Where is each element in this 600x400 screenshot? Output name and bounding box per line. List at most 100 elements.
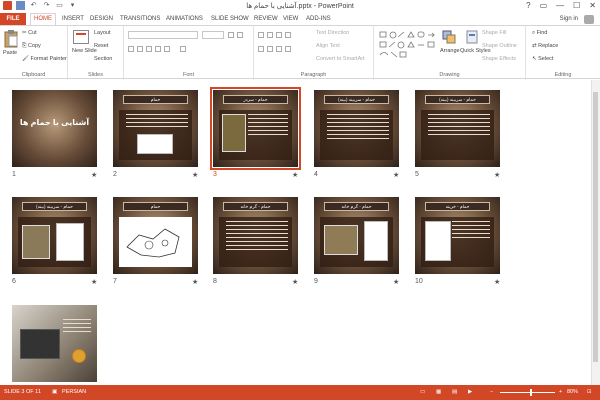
align-text-button[interactable]: Align Text [316, 43, 340, 49]
paste-icon[interactable] [4, 30, 18, 48]
transition-star-icon[interactable]: ★ [91, 278, 97, 286]
arrange-icon[interactable] [442, 30, 456, 44]
transition-star-icon[interactable]: ★ [192, 278, 198, 286]
increase-indent-icon[interactable] [285, 32, 291, 38]
tab-review[interactable]: REVIEW [254, 13, 278, 25]
slide-thumbnail-6[interactable]: حمام - سربینه (بینه) [12, 197, 97, 274]
transition-star-icon[interactable]: ★ [91, 171, 97, 179]
shrink-font-icon[interactable] [237, 32, 243, 38]
convert-smartart-button[interactable]: Convert to SmartArt [316, 56, 365, 62]
underline-icon[interactable] [146, 46, 152, 52]
proofing-icon[interactable]: ▣ [52, 389, 57, 395]
section-button[interactable]: Section [94, 56, 112, 62]
transition-star-icon[interactable]: ★ [292, 278, 298, 286]
font-family-select[interactable] [128, 31, 198, 39]
cut-button[interactable]: ✂ Cut [22, 30, 37, 36]
numbering-icon[interactable] [267, 32, 273, 38]
slide-thumbnail-10[interactable]: حمام - خزینه [415, 197, 500, 274]
justify-icon[interactable] [285, 46, 291, 52]
help-icon[interactable]: ? [526, 1, 530, 10]
fit-to-window-icon[interactable]: ⊡ [587, 389, 592, 395]
transition-star-icon[interactable]: ★ [192, 171, 198, 179]
close-icon[interactable]: ✕ [589, 1, 596, 10]
shape-outline-button[interactable]: Shape Outline [482, 43, 517, 49]
tab-home[interactable]: HOME [30, 13, 56, 25]
maximize-icon[interactable]: ☐ [573, 1, 580, 10]
arrange-button[interactable]: Arrange [440, 48, 460, 54]
clipboard-group-label: Clipboard [21, 72, 46, 78]
paste-button[interactable]: Paste [3, 50, 17, 56]
slide-thumbnail-1[interactable]: آشنایی با حمام ها [12, 90, 97, 167]
window-controls: ? ▭ — ☐ ✕ [526, 1, 596, 10]
align-center-icon[interactable] [267, 46, 273, 52]
slide-number: 7 [113, 278, 117, 285]
slide-body [219, 217, 292, 267]
new-slide-icon[interactable] [73, 30, 89, 44]
scrollbar-thumb[interactable] [593, 92, 598, 362]
tab-insert[interactable]: INSERT [62, 13, 84, 25]
bullets-icon[interactable] [258, 32, 264, 38]
strikethrough-icon[interactable] [155, 46, 161, 52]
font-color-icon[interactable] [180, 46, 186, 52]
format-painter-button[interactable]: 🖌 Format Painter [22, 56, 67, 62]
copy-button[interactable]: ⎘ Copy [22, 43, 41, 50]
transition-star-icon[interactable]: ★ [292, 171, 298, 179]
shadow-icon[interactable] [164, 46, 170, 52]
font-size-select[interactable] [202, 31, 224, 39]
tab-animations[interactable]: ANIMATIONS [166, 13, 203, 25]
tab-design[interactable]: DESIGN [90, 13, 113, 25]
slide-title: حمام - خزینه [425, 202, 490, 211]
quick-styles-icon[interactable] [466, 30, 478, 44]
zoom-in-icon[interactable]: + [559, 389, 562, 395]
editing-group-label: Editing [554, 72, 572, 78]
tab-transitions[interactable]: TRANSITIONS [120, 13, 160, 25]
normal-view-icon[interactable]: ▭ [420, 389, 425, 395]
shapes-gallery[interactable] [378, 30, 438, 60]
zoom-level[interactable]: 80% [567, 389, 578, 395]
language-status[interactable]: PERSIAN [62, 389, 86, 395]
slide-thumbnail-8[interactable]: حمام - گرم خانه [213, 197, 298, 274]
slide-title: حمام - گرم خانه [223, 202, 288, 211]
brush-icon: 🖌 [22, 56, 31, 62]
layout-button[interactable]: Layout [94, 30, 111, 36]
slide-thumbnail-2[interactable]: حمام [113, 90, 198, 167]
tab-add-ins[interactable]: ADD-INS [306, 13, 331, 25]
align-right-icon[interactable] [276, 46, 282, 52]
avatar[interactable] [584, 15, 594, 24]
ribbon-display-icon[interactable]: ▭ [540, 1, 548, 10]
find-button[interactable]: ⌕ Find [532, 30, 547, 37]
decrease-indent-icon[interactable] [276, 32, 282, 38]
minimize-icon[interactable]: — [556, 1, 564, 10]
slide-thumbnail-3[interactable]: حمام - سردر [210, 87, 301, 170]
zoom-slider-handle[interactable] [530, 389, 532, 396]
shape-fill-button[interactable]: Shape Fill [482, 30, 506, 36]
tab-slide-show[interactable]: SLIDE SHOW [211, 13, 249, 25]
transition-star-icon[interactable]: ★ [494, 278, 500, 286]
slide-sorter-view-icon[interactable]: ▦ [436, 389, 441, 395]
align-left-icon[interactable] [258, 46, 264, 52]
grow-font-icon[interactable] [228, 32, 234, 38]
transition-star-icon[interactable]: ★ [393, 171, 399, 179]
slide-title: حمام - سربینه (بینه) [425, 95, 490, 104]
zoom-out-icon[interactable]: − [490, 389, 493, 395]
transition-star-icon[interactable]: ★ [494, 171, 500, 179]
slide-thumbnail-7[interactable]: حمام [113, 197, 198, 274]
slide-thumbnail-5[interactable]: حمام - سربینه (بینه) [415, 90, 500, 167]
text-direction-button[interactable]: Text Direction [316, 30, 349, 36]
reading-view-icon[interactable]: ▤ [452, 389, 457, 395]
reset-button[interactable]: Reset [94, 43, 108, 49]
shape-effects-button[interactable]: Shape Effects [482, 56, 516, 62]
select-button[interactable]: ↖ Select [532, 56, 553, 62]
slide-thumbnail-4[interactable]: حمام - سربینه (بینه) [314, 90, 399, 167]
zoom-slider[interactable] [500, 392, 555, 393]
sign-in-link[interactable]: Sign in [560, 13, 578, 25]
slide-thumbnail-11[interactable] [12, 305, 97, 382]
transition-star-icon[interactable]: ★ [393, 278, 399, 286]
slideshow-view-icon[interactable]: ▶ [468, 389, 472, 395]
tab-file[interactable]: FILE [0, 13, 26, 25]
slide-thumbnail-9[interactable]: حمام - گرم خانه [314, 197, 399, 274]
replace-button[interactable]: ⇄ Replace [532, 43, 558, 49]
italic-icon[interactable] [137, 46, 143, 52]
bold-icon[interactable] [128, 46, 134, 52]
tab-view[interactable]: VIEW [283, 13, 298, 25]
